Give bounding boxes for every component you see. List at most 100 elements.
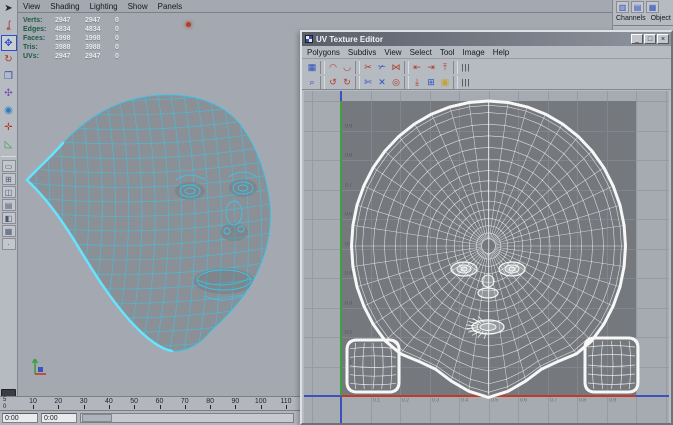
frame-tick-mark xyxy=(185,405,186,409)
uv-editor-window-icon xyxy=(305,35,313,43)
frame-tick-mark xyxy=(33,405,34,409)
viewport-menu-lighting[interactable]: Lighting xyxy=(90,2,118,11)
frame-tick-label: 40 xyxy=(105,398,113,405)
range-slider[interactable] xyxy=(80,413,294,423)
close-button[interactable]: × xyxy=(657,34,669,44)
right-ear-uv-shell[interactable] xyxy=(585,338,638,392)
window-buttons: _□× xyxy=(631,34,669,44)
uv-menu-view[interactable]: View xyxy=(384,48,401,57)
view-axis-gizmo xyxy=(28,352,56,382)
frame-tick-label: 90 xyxy=(231,398,239,405)
flip-v-icon[interactable]: ◡ xyxy=(340,61,354,74)
align-top-icon[interactable]: ⤒ xyxy=(438,61,452,74)
show-layer-editor-icon[interactable]: ▤ xyxy=(631,1,644,13)
sew-uv-icon[interactable]: ⋈ xyxy=(389,61,403,74)
channel-box-tab-object[interactable]: Object xyxy=(651,15,671,25)
viewport-menu-panels[interactable]: Panels xyxy=(158,2,182,11)
toolbox-divider xyxy=(1,156,16,157)
cut-edges-icon[interactable]: ✄ xyxy=(361,76,375,89)
layout-uv-persp-icon[interactable]: ▦ xyxy=(2,225,16,237)
viewport-menu-shading[interactable]: Shading xyxy=(50,2,79,11)
show-channelbox-icon[interactable]: ▥ xyxy=(616,1,629,13)
align-left-icon[interactable]: ⇤ xyxy=(410,61,424,74)
uv-view[interactable]: 0.10.20.30.40.50.60.70.80.90.10.20.30.40… xyxy=(304,91,669,423)
frame-tick-mark xyxy=(286,405,287,409)
frame-tick-mark xyxy=(84,405,85,409)
uv-texture-editor-window: UV Texture Editor _□× Polygons Subdivs Vie… xyxy=(300,30,673,425)
select-tool-icon[interactable]: ➤ xyxy=(1,1,17,17)
merge-uv-icon[interactable]: ◎ xyxy=(389,76,403,89)
frame-tick-label: 20 xyxy=(54,398,62,405)
viewport-menu-view[interactable]: View xyxy=(23,2,40,11)
range-slider-handle[interactable] xyxy=(82,414,112,422)
uv-snapshot-icon[interactable]: ▦ xyxy=(305,61,319,74)
split-uv-icon[interactable]: ✃ xyxy=(375,61,389,74)
universal-manipulator-icon[interactable]: ✣ xyxy=(1,86,17,102)
uv-menu-polygons[interactable]: Polygons xyxy=(307,48,340,57)
rotate-ccw-icon[interactable]: ↺ xyxy=(326,76,340,89)
layout-uv-icon[interactable]: ▣ xyxy=(438,76,452,89)
move-tool-icon[interactable]: ✥ xyxy=(1,35,17,51)
toolbar-separator xyxy=(404,76,409,89)
uv-menu-tool[interactable]: Tool xyxy=(440,48,455,57)
frame-tick-label: 30 xyxy=(80,398,88,405)
range-start2-field[interactable]: 0:00 xyxy=(41,413,77,423)
show-both-icon[interactable]: ▦ xyxy=(646,1,659,13)
frame-tick-label: 110 xyxy=(280,398,291,405)
flip-u-icon[interactable]: ◠ xyxy=(326,61,340,74)
toolbar-slider-handles[interactable]: ||| xyxy=(459,76,473,89)
uv-menu-help[interactable]: Help xyxy=(493,48,509,57)
uv-shells[interactable] xyxy=(304,91,669,423)
frame-tick-label: 10 xyxy=(29,398,37,405)
rotate-tool-icon[interactable]: ↻ xyxy=(1,52,17,68)
uv-editor-titlebar[interactable]: UV Texture Editor _□× xyxy=(302,32,671,46)
delete-uv-icon[interactable]: ✕ xyxy=(375,76,389,89)
channel-box-header: ▥▤▦ Channels Object xyxy=(612,0,673,30)
cut-uv-icon[interactable]: ✂ xyxy=(361,61,375,74)
channel-box-tabs: Channels Object xyxy=(613,13,673,26)
frame-tick-label: 70 xyxy=(181,398,189,405)
maximize-button[interactable]: □ xyxy=(644,34,656,44)
grid-uv-icon[interactable]: ⊞ xyxy=(424,76,438,89)
layout-more-button[interactable]: · xyxy=(2,238,16,250)
uv-menu-select[interactable]: Select xyxy=(410,48,432,57)
uv-editor-title: UV Texture Editor xyxy=(316,35,628,44)
layout-persp-graph-icon[interactable]: ▤ xyxy=(2,199,16,211)
layout-persp-outliner-icon[interactable]: ◫ xyxy=(2,186,16,198)
frame-tick-mark xyxy=(261,405,262,409)
scale-tool-icon[interactable]: ❒ xyxy=(1,69,17,85)
layout-single-pane-icon[interactable]: ▭ xyxy=(2,160,16,172)
align-right-icon[interactable]: ⇥ xyxy=(424,61,438,74)
toolbar-separator xyxy=(355,76,360,89)
frame-tick-label: 50 xyxy=(130,398,138,405)
uv-editor-menubar: Polygons Subdivs View Select Tool Image Help xyxy=(302,46,671,59)
last-tool-icon[interactable]: ◺ xyxy=(1,137,17,153)
monkey-head-model[interactable] xyxy=(18,12,302,392)
toolbar-separator xyxy=(453,61,458,74)
uv-lattice-icon[interactable]: ⌕ xyxy=(305,76,319,89)
minimize-button[interactable]: _ xyxy=(631,34,643,44)
frame-tick-mark xyxy=(235,405,236,409)
toolbar-slider-handles[interactable]: ||| xyxy=(459,61,473,74)
frame-tick-mark xyxy=(160,405,161,409)
channel-box-tab-channels[interactable]: Channels xyxy=(616,15,646,25)
viewport-menu-show[interactable]: Show xyxy=(128,2,148,11)
uv-menu-image[interactable]: Image xyxy=(463,48,485,57)
rotate-cw-icon[interactable]: ↻ xyxy=(340,76,354,89)
tool-box: ➤ʆ✥↻❒✣◉✛◺ ▭⊞◫▤◧▦· xyxy=(0,0,18,425)
uv-editor-toolbar: ▦ ◠◡ ✂✃⋈ ⇤⇥⤒ ||| ⌕ ↺↻ ✄✕◎ ⤓⊞▣ ||| xyxy=(302,59,671,90)
lasso-tool-icon[interactable]: ʆ xyxy=(1,18,17,34)
frame-tick-mark xyxy=(58,405,59,409)
soft-mod-icon[interactable]: ◉ xyxy=(1,103,17,119)
range-start-field[interactable]: 0:00 xyxy=(2,413,38,423)
layout-hypershade-icon[interactable]: ◧ xyxy=(2,212,16,224)
frame-tick-label: 60 xyxy=(156,398,164,405)
left-ear-uv-shell[interactable] xyxy=(347,340,399,392)
current-frame-label: 5 0 xyxy=(3,397,6,411)
show-manipulator-icon[interactable]: ✛ xyxy=(1,120,17,136)
uv-menu-subdivs[interactable]: Subdivs xyxy=(348,48,376,57)
align-bottom-icon[interactable]: ⤓ xyxy=(410,76,424,89)
maya-application-window: ➤ʆ✥↻❒✣◉✛◺▭⊞◫▤◧▦· ViewShadingLightingShow… xyxy=(0,0,673,425)
toolbar-separator xyxy=(320,61,325,74)
layout-four-pane-icon[interactable]: ⊞ xyxy=(2,173,16,185)
